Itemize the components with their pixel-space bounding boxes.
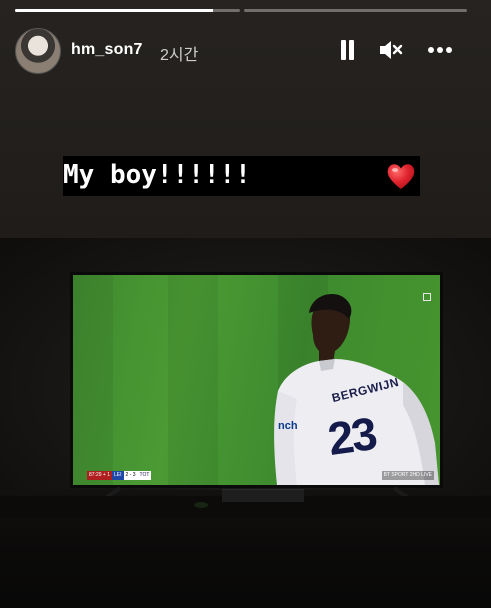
mute-button[interactable] (378, 38, 404, 62)
away-team: TOT (137, 471, 152, 480)
jersey-number: 23 (324, 406, 379, 466)
username[interactable]: hm_son7 (71, 41, 143, 59)
set-top-box (222, 489, 304, 502)
progress-fill (15, 9, 213, 12)
pause-button[interactable] (336, 38, 358, 62)
match-time: 87:29 + 1 (87, 471, 112, 480)
broadcaster-logo: BT SPORT 2HD LIVE (381, 471, 434, 480)
story-viewer[interactable]: hm_son7 2시간 My boy!!!!!! BERGWIJN 23 nch… (0, 0, 491, 608)
cable (194, 502, 208, 508)
caption-text: My boy!!!!!! (63, 160, 251, 190)
tv-screen: BERGWIJN 23 nch 87:29 + 1 LEI 2 - 3 TOT … (73, 275, 440, 485)
home-team: LEI (112, 471, 124, 480)
more-options-button[interactable] (426, 40, 454, 60)
match-score: 2 - 3 (123, 471, 138, 480)
story-progress-bar-2 (244, 9, 467, 12)
tv-scorebug: 87:29 + 1 LEI 2 - 3 TOT (87, 471, 152, 480)
story-caption: My boy!!!!!! (63, 156, 420, 196)
story-progress-bar-1 (15, 9, 240, 12)
television: BERGWIJN 23 nch 87:29 + 1 LEI 2 - 3 TOT … (70, 272, 443, 488)
post-timestamp: 2시간 (160, 47, 199, 64)
avatar[interactable] (15, 28, 61, 74)
heart-emoji-icon (387, 164, 415, 189)
pause-icon (341, 40, 346, 60)
story-background (0, 0, 491, 238)
shirt-sponsor: nch (278, 420, 298, 432)
more-options-icon (428, 47, 452, 53)
volume-muted-icon (380, 41, 403, 59)
pause-icon (349, 40, 354, 60)
